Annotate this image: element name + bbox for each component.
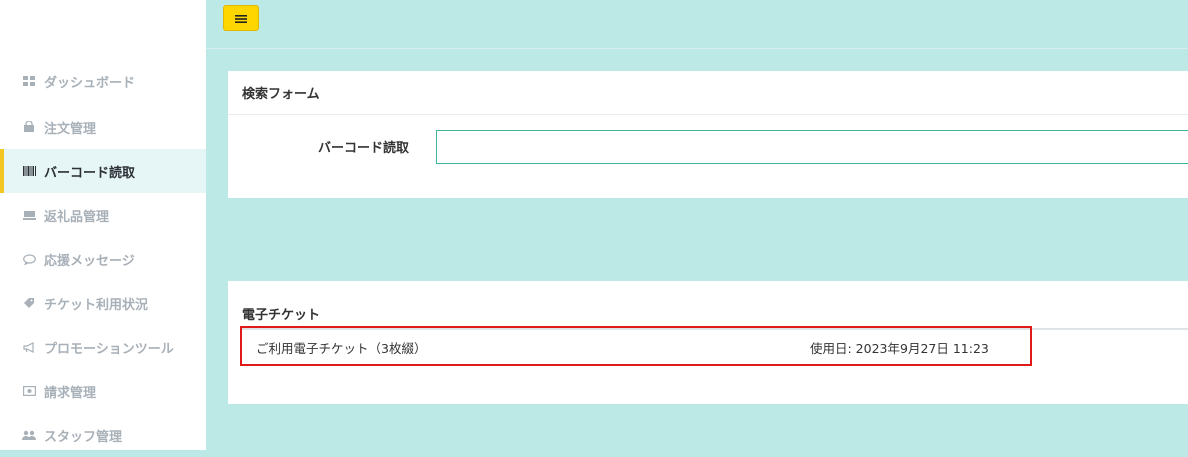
sidebar-item-label: 返礼品管理 (44, 209, 110, 225)
sidebar-item-label: 注文管理 (44, 121, 97, 137)
top-bar (206, 0, 1188, 49)
e-ticket-card: 電子チケット ご利用電子チケット（3枚綴） 使用日: 2023年9月27日 11… (228, 281, 1188, 404)
megaphone-icon (22, 340, 36, 354)
hamburger-icon (235, 9, 247, 28)
sidebar-item-label: 請求管理 (44, 385, 97, 401)
barcode-icon (22, 164, 36, 178)
sidebar-item-promotion[interactable]: プロモーションツール (0, 325, 206, 369)
sidebar-item-barcode[interactable]: バーコード読取 (0, 149, 206, 193)
sidebar-item-label: バーコード読取 (44, 165, 136, 181)
sidebar-item-label: 応援メッセージ (44, 253, 135, 269)
sidebar-item-orders[interactable]: 注文管理 (0, 105, 206, 149)
sidebar-item-messages[interactable]: 応援メッセージ (0, 237, 206, 281)
search-form-title: 検索フォーム (228, 71, 1188, 115)
sidebar-item-gifts[interactable]: 返礼品管理 (0, 193, 206, 237)
sidebar: ダッシュボード 注文管理 バーコード読取 返礼品管理 応援メッセージ チケット利… (0, 0, 206, 450)
sidebar-item-dashboard[interactable]: ダッシュボード (0, 59, 206, 103)
speech-bubble-icon (22, 252, 36, 266)
sidebar-item-label: ダッシュボード (44, 75, 136, 91)
ticket-tag-icon (22, 296, 36, 310)
ticket-name: ご利用電子チケット（3枚綴） (256, 341, 427, 356)
sidebar-item-label: プロモーションツール (44, 341, 174, 357)
sidebar-item-ticket-usage[interactable]: チケット利用状況 (0, 281, 206, 325)
sidebar-item-label: チケット利用状況 (44, 297, 149, 313)
barcode-label: バーコード読取 (318, 141, 410, 156)
bag-icon (22, 120, 36, 134)
menu-toggle-button[interactable] (223, 5, 259, 31)
dashboard-icon (22, 74, 36, 88)
e-ticket-title: 電子チケット (242, 308, 321, 323)
users-icon (22, 428, 36, 442)
gift-tray-icon (22, 208, 36, 222)
ticket-usage-date: 使用日: 2023年9月27日 11:23 (810, 341, 989, 356)
sidebar-item-staff[interactable]: スタッフ管理 (0, 413, 206, 457)
sidebar-item-billing[interactable]: 請求管理 (0, 369, 206, 413)
barcode-input[interactable] (436, 130, 1188, 164)
search-form-card: 検索フォーム バーコード読取 (228, 71, 1188, 198)
money-icon (22, 384, 36, 398)
ticket-usage-row: ご利用電子チケット（3枚綴） 使用日: 2023年9月27日 11:23 (240, 326, 1032, 366)
sidebar-item-label: スタッフ管理 (44, 429, 123, 445)
